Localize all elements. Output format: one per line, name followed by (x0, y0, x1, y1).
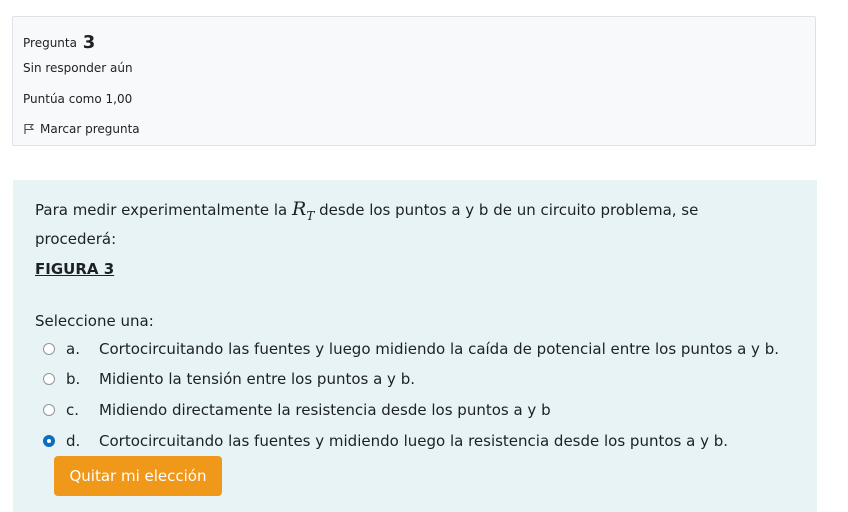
answer-letter: b. (66, 370, 81, 388)
answer-option-c[interactable]: c. Midiendo directamente la resistencia … (43, 401, 551, 419)
question-text: Para medir experimentalmente la RT desde… (35, 198, 735, 251)
answer-text[interactable]: Cortocircuitando las fuentes y luego mid… (99, 340, 779, 358)
flag-question-link[interactable]: Marcar pregunta (23, 122, 140, 136)
answer-text[interactable]: Midiento la tensión entre los puntos a y… (99, 370, 415, 388)
flag-question-label[interactable]: Marcar pregunta (40, 122, 140, 136)
question-info-panel: Pregunta 3 Sin responder aún Puntúa como… (12, 16, 816, 146)
answer-text[interactable]: Cortocircuitando las fuentes y midiendo … (99, 432, 728, 450)
clear-choice-button[interactable]: Quitar mi elección (54, 456, 222, 496)
radio-button-b[interactable] (43, 373, 55, 385)
answer-text[interactable]: Midiendo directamente la resistencia des… (99, 401, 551, 419)
answer-letter: d. (66, 432, 81, 450)
figure-label: FIGURA 3 (35, 260, 115, 278)
question-number: 3 (82, 32, 96, 53)
answer-option-a[interactable]: a. Cortocircuitando las fuentes y luego … (43, 340, 779, 358)
rt-letter: R (292, 198, 307, 220)
question-content: Para medir experimentalmente la RT desde… (13, 180, 817, 512)
radio-button-a[interactable] (43, 343, 55, 355)
answer-option-d[interactable]: d. Cortocircuitando las fuentes y midien… (43, 432, 728, 450)
answer-option-b[interactable]: b. Midiento la tensión entre los puntos … (43, 370, 415, 388)
question-grade: Puntúa como 1,00 (23, 92, 133, 106)
question-number-label: Pregunta 3 (23, 32, 95, 53)
question-status: Sin responder aún (23, 61, 133, 75)
rt-symbol: RT (292, 198, 314, 223)
flag-outline-icon (23, 123, 35, 135)
radio-button-d-selected[interactable] (43, 435, 55, 447)
radio-button-c[interactable] (43, 404, 55, 416)
question-text-before: Para medir experimentalmente la (35, 201, 293, 219)
answer-prompt: Seleccione una: (35, 312, 154, 330)
answer-letter: a. (66, 340, 80, 358)
question-label-text: Pregunta (23, 36, 77, 50)
answer-letter: c. (66, 401, 80, 419)
